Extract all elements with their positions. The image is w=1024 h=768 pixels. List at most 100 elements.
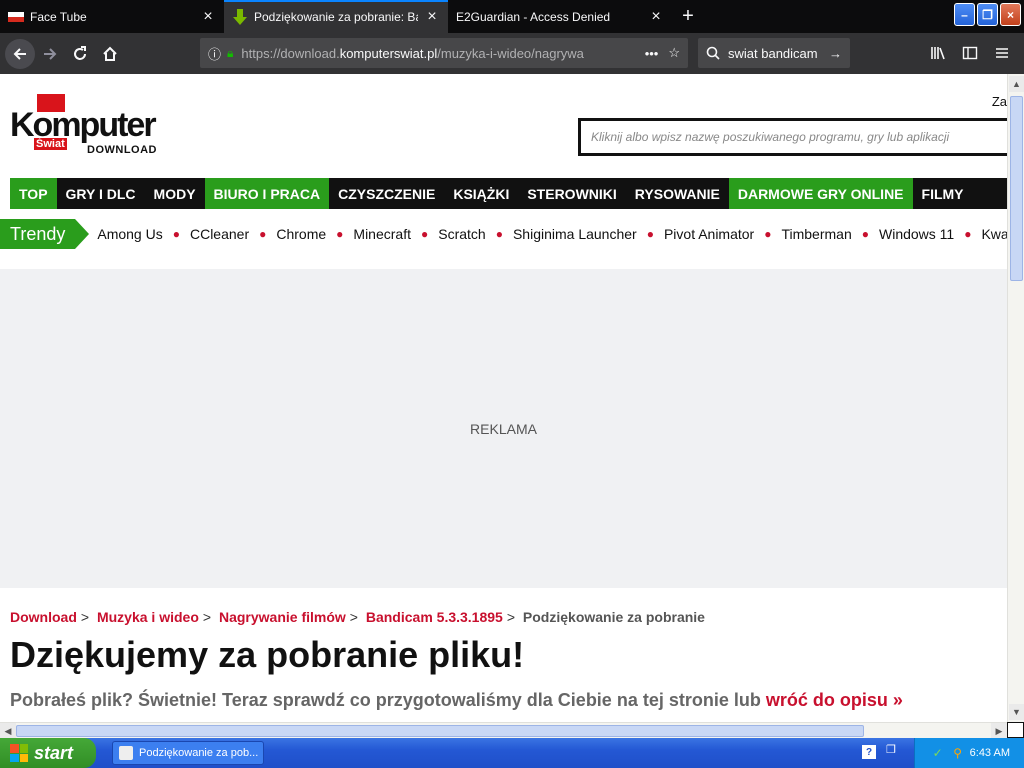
search-tray-icon[interactable]: ⚲ — [950, 745, 966, 761]
bullet-dot: ● — [172, 227, 180, 241]
scroll-down-arrow-icon[interactable]: ▼ — [1009, 704, 1024, 720]
back-to-description-link[interactable]: wróć do opisu » — [766, 690, 903, 710]
logo-text: Komputer — [10, 106, 157, 144]
library-button[interactable] — [924, 38, 952, 68]
tab-e2guardian[interactable]: E2Guardian - Access Denied × — [448, 0, 672, 33]
sidebar-icon — [962, 46, 978, 60]
back-button[interactable] — [5, 38, 35, 69]
trendy-link[interactable]: Among Us — [97, 226, 162, 242]
new-tab-button[interactable]: + — [672, 0, 704, 33]
login-link[interactable]: Za — [992, 94, 1007, 109]
breadcrumb: Download > Muzyka i wideo > Nagrywanie fil… — [10, 609, 705, 625]
breadcrumb-link[interactable]: Bandicam 5.3.3.1895 — [366, 609, 503, 625]
tab-title: Face Tube — [30, 9, 87, 24]
url-bar[interactable]: ⓘ 🔒︎ https://download.komputerswiat.pl/m… — [200, 38, 688, 68]
close-icon[interactable]: × — [200, 8, 216, 25]
nav-item-ksiazki[interactable]: KSIĄŻKI — [444, 178, 518, 209]
vertical-scroll-thumb[interactable] — [1010, 96, 1023, 281]
hamburger-menu-icon — [996, 48, 1008, 58]
nav-item-rysowanie[interactable]: RYSOWANIE — [626, 178, 729, 209]
menu-button[interactable] — [988, 38, 1016, 68]
network-icon[interactable]: ✓ — [930, 745, 946, 761]
forward-button[interactable] — [35, 39, 65, 69]
bullet-dot: ● — [259, 227, 267, 241]
restore-icon[interactable]: ❐ — [886, 743, 898, 759]
trendy-link[interactable]: Timberman — [781, 226, 851, 242]
trendy-link[interactable]: Scratch — [438, 226, 485, 242]
firefox-icon — [119, 746, 133, 760]
nav-item-sterowniki[interactable]: STEROWNIKI — [518, 178, 625, 209]
scroll-up-arrow-icon[interactable]: ▲ — [1009, 76, 1024, 92]
trendy-link[interactable]: Chrome — [276, 226, 326, 242]
search-bar[interactable]: swiat bandicam → — [698, 38, 850, 68]
bullet-dot: ● — [861, 227, 869, 241]
nav-item-filmy[interactable]: FILMY — [913, 178, 973, 209]
close-icon[interactable]: × — [424, 8, 440, 25]
trendy-link[interactable]: CCleaner — [190, 226, 249, 242]
bookmark-star-icon[interactable]: ☆ — [668, 45, 680, 61]
horizontal-scroll-thumb[interactable] — [16, 725, 864, 737]
info-icon[interactable]: ⓘ — [208, 44, 221, 63]
download-icon — [232, 8, 248, 25]
scroll-right-arrow-icon[interactable]: ▶ — [991, 723, 1007, 739]
taskbar-window-button[interactable]: Podziękowanie za pob... — [112, 741, 264, 765]
lead-paragraph: Pobrałeś plik? Świetnie! Teraz sprawdź c… — [10, 690, 903, 711]
trendy-link[interactable]: Windows 11 — [879, 226, 954, 242]
trendy-link[interactable]: Kwar — [981, 226, 1007, 242]
breadcrumb-link[interactable]: Muzyka i wideo — [97, 609, 199, 625]
search-go-arrow-icon[interactable]: → — [829, 46, 842, 61]
scrollbar-corner — [1007, 722, 1024, 738]
nav-item-czyszczenie[interactable]: CZYSZCZENIE — [329, 178, 444, 209]
library-icon — [931, 47, 945, 60]
trendy-link[interactable]: Pivot Animator — [664, 226, 754, 242]
tab-podziekowanie[interactable]: Podziękowanie za pobranie: Bandi × — [224, 0, 448, 33]
sidebar-button[interactable] — [956, 38, 984, 68]
browser-nav-bar: ⓘ 🔒︎ https://download.komputerswiat.pl/m… — [0, 33, 1024, 74]
windows-logo-icon — [10, 744, 28, 762]
toolbar-right — [924, 38, 1016, 68]
breadcrumb-link[interactable]: Download — [10, 609, 77, 625]
task-title: Podziękowanie za pob... — [139, 747, 259, 759]
breadcrumb-link[interactable]: Nagrywanie filmów — [219, 609, 346, 625]
help-icon[interactable]: ? — [862, 745, 876, 759]
nav-item-top[interactable]: TOP — [10, 178, 57, 209]
bullet-dot: ● — [964, 227, 972, 241]
reload-button[interactable] — [65, 39, 95, 69]
bullet-dot: ● — [646, 227, 654, 241]
home-button[interactable] — [95, 39, 125, 69]
close-window-button[interactable]: × — [1000, 3, 1021, 26]
nav-item-biuro-i-praca[interactable]: BIURO I PRACA — [204, 178, 330, 209]
horizontal-scrollbar[interactable]: ◀ ▶ — [0, 722, 1007, 739]
home-icon — [103, 46, 117, 61]
bullet-dot: ● — [495, 227, 503, 241]
tab-title: Podziękowanie za pobranie: Bandi — [254, 9, 418, 24]
logo-swiat: Świat — [34, 138, 67, 150]
ad-placeholder: REKLAMA — [0, 269, 1007, 588]
vertical-scrollbar[interactable]: ▲ ▼ — [1007, 74, 1024, 722]
page-actions-icon[interactable]: ••• — [645, 46, 659, 61]
system-tray: ✓ ⚲ 6:43 AM — [914, 738, 1024, 768]
restore-button[interactable]: ❐ — [977, 3, 998, 26]
category-nav: TOP GRY I DLC MODY BIURO I PRACA CZYSZCZ… — [10, 178, 1007, 209]
trendy-label: Trendy — [0, 219, 90, 249]
trendy-link[interactable]: Shiginima Launcher — [513, 226, 637, 242]
tab-face-tube[interactable]: Face Tube × — [0, 0, 224, 33]
bullet-dot: ● — [336, 227, 344, 241]
start-button[interactable]: start — [0, 738, 96, 768]
reload-icon — [74, 45, 86, 60]
page-content: Komputer Świat DOWNLOAD Za Kliknij albo … — [0, 74, 1007, 722]
komputer-swiat-logo[interactable]: Komputer Świat DOWNLOAD — [10, 94, 162, 160]
logo-download: DOWNLOAD — [87, 144, 157, 156]
nav-item-mody[interactable]: MODY — [145, 178, 205, 209]
site-search-input[interactable]: Kliknij albo wpisz nazwę poszukiwanego p… — [578, 118, 1007, 156]
flag-icon — [8, 9, 24, 25]
lock-icon: 🔒︎ — [227, 45, 234, 60]
page-title: Dziękujemy za pobranie pliku! — [10, 634, 525, 675]
search-query: swiat bandicam — [728, 45, 818, 61]
nav-item-gry-i-dlc[interactable]: GRY I DLC — [57, 178, 145, 209]
minimize-button[interactable]: – — [954, 3, 975, 26]
trendy-link[interactable]: Minecraft — [353, 226, 411, 242]
close-icon[interactable]: × — [648, 8, 664, 25]
nav-item-darmowe-gry-online[interactable]: DARMOWE GRY ONLINE — [728, 178, 913, 209]
scroll-left-arrow-icon[interactable]: ◀ — [0, 723, 16, 739]
